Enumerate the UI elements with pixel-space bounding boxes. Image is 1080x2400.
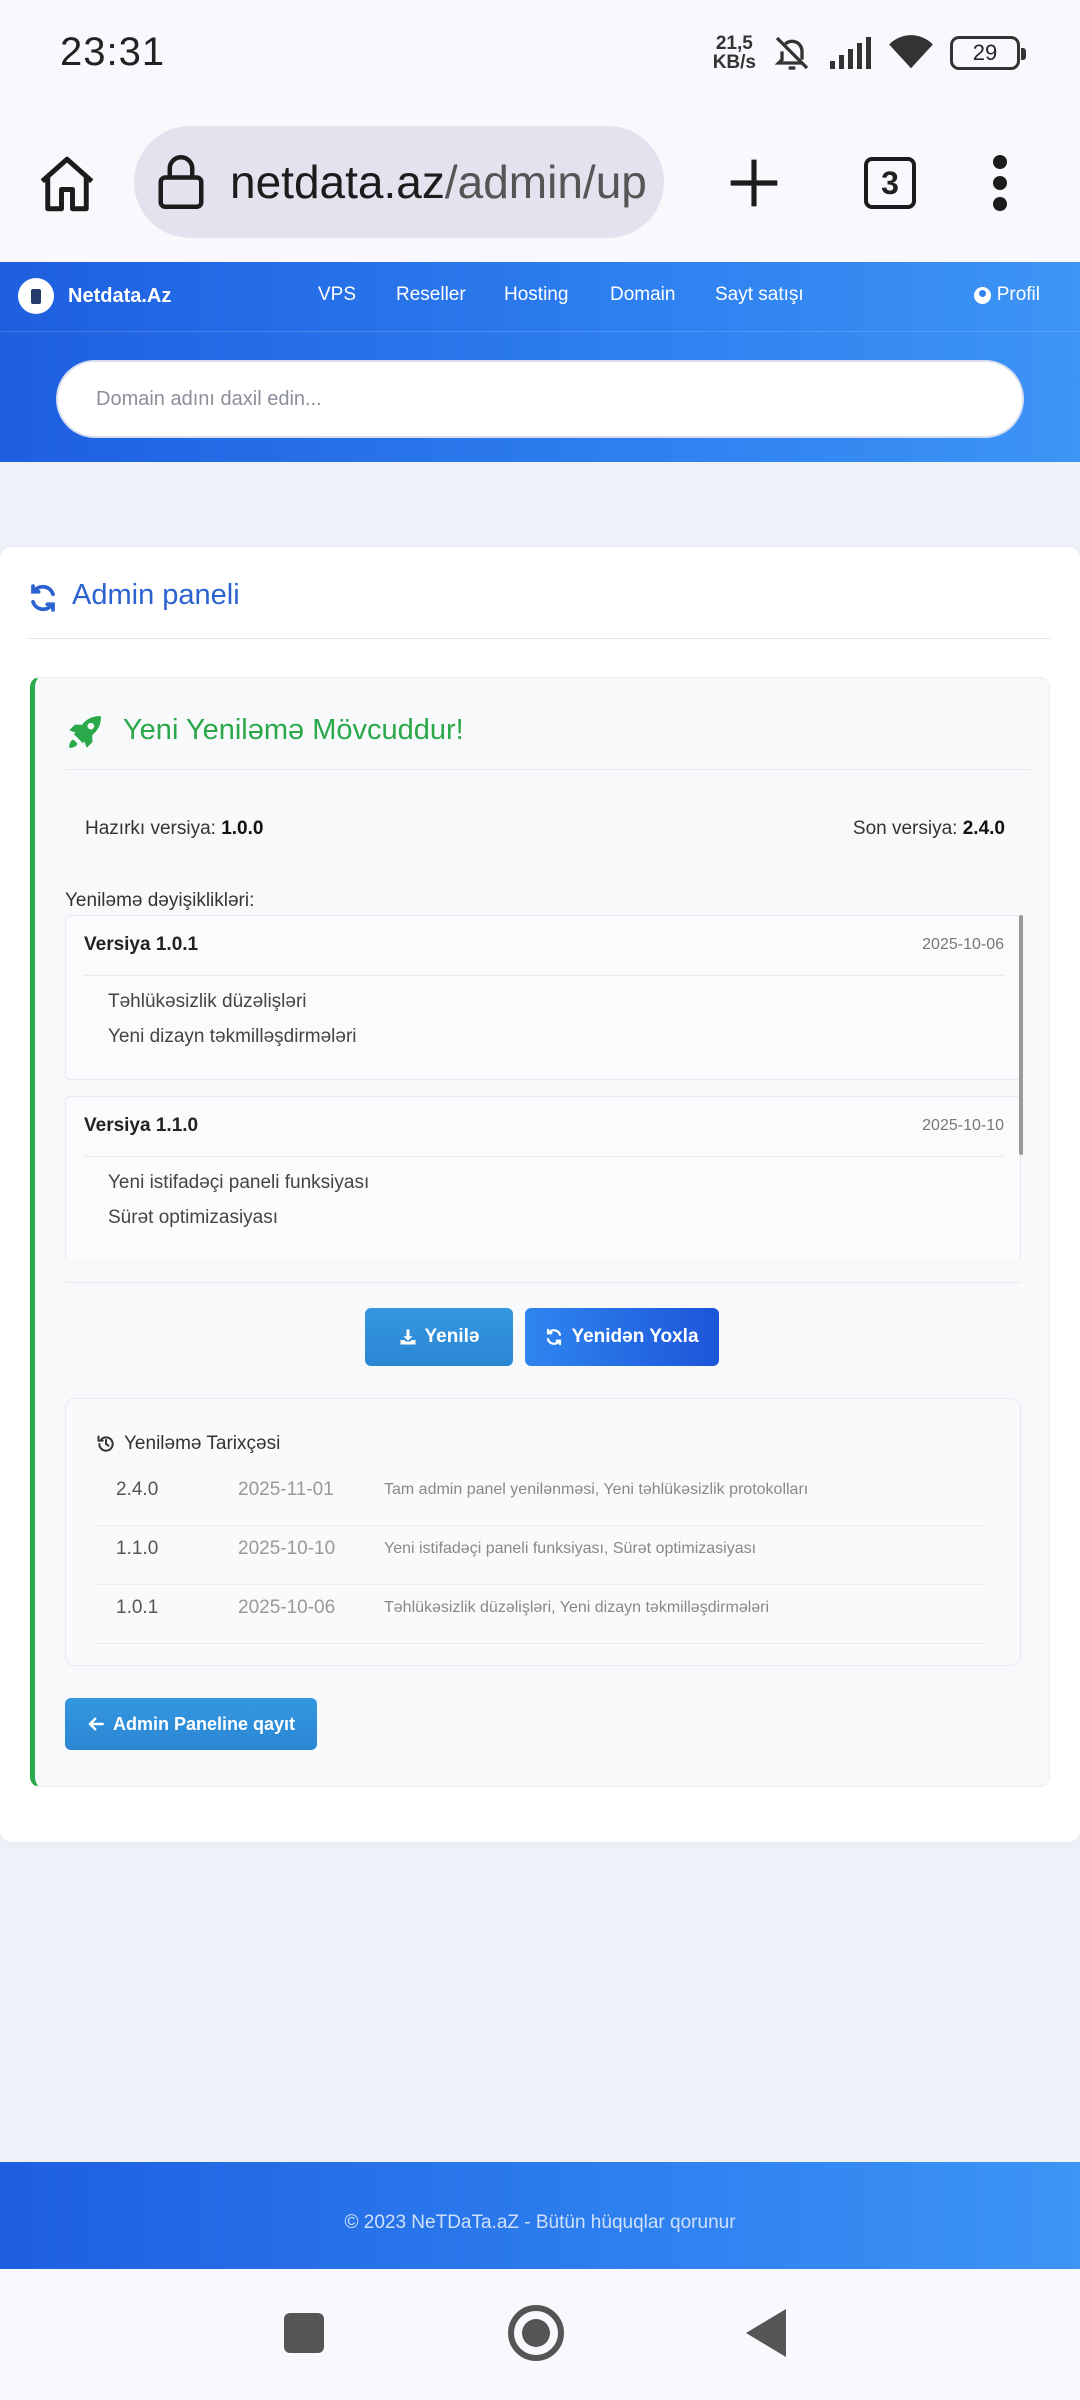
card-title: Admin paneli — [72, 579, 240, 611]
url-text: netdata.az/admin/up — [230, 155, 647, 209]
new-tab-plus-icon[interactable] — [726, 155, 782, 211]
history-icon — [97, 1435, 114, 1452]
history-notes: Təhlükəsizlik düzəlişləri, Yeni dizayn t… — [384, 1599, 770, 1616]
system-navigation-bar — [0, 2269, 1080, 2400]
more-vert-icon[interactable] — [990, 155, 1010, 211]
update-available-panel: Yeni Yeniləmə Mövcuddur! Hazırkı versiya… — [30, 677, 1050, 1787]
change-line: Təhlükəsizlik düzəlişləri — [108, 991, 307, 1012]
status-time: 23:31 — [60, 30, 166, 74]
update-button-label: Yenilə — [424, 1326, 480, 1347]
nav-link-reseller[interactable]: Reseller — [396, 284, 466, 306]
nav-link-hosting[interactable]: Hosting — [504, 284, 568, 306]
footer-copyright: © 2023 NeTDaTa.aZ - Bütün hüquqlar qorun… — [344, 2211, 736, 2233]
change-item: Versiya 1.0.1 2025-10-06 Təhlükəsizlik d… — [65, 915, 1021, 1080]
history-version: 2.4.0 — [116, 1479, 159, 1500]
update-button[interactable]: Yenilə — [365, 1308, 513, 1366]
rocket-icon — [69, 716, 101, 748]
history-date: 2025-10-06 — [238, 1597, 336, 1618]
history-title-text: Yeniləmə Tarixçəsi — [124, 1433, 281, 1454]
domain-search-input[interactable] — [56, 360, 1024, 438]
history-row: 2.4.0 2025-11-01 Tam admin panel yenilən… — [96, 1467, 986, 1526]
signal-icon — [830, 36, 871, 69]
history-title: Yeniləmə Tarixçəsi — [96, 1433, 280, 1455]
history-row: 1.1.0 2025-10-10 Yeni istifadəçi paneli … — [96, 1526, 986, 1585]
tab-switcher-button[interactable]: 3 — [864, 157, 916, 209]
changes-label: Yeniləmə dəyişiklikləri: — [65, 890, 255, 911]
back-to-admin-button[interactable]: Admin Paneline qayıt — [65, 1698, 317, 1750]
site-navbar: Netdata.Az VPS Reseller Hosting Domain S… — [0, 262, 1080, 332]
sync-icon — [547, 1328, 562, 1346]
net-speed: 21,5 KB/s — [713, 34, 756, 72]
server-logo-icon — [18, 278, 54, 314]
current-version-value: 1.0.0 — [221, 818, 264, 839]
change-item-head: Versiya 1.0.1 2025-10-06 — [84, 934, 1004, 976]
change-item-head: Versiya 1.1.0 2025-10-10 — [84, 1115, 1004, 1157]
latest-version-value: 2.4.0 — [962, 818, 1005, 839]
back-triangle-icon[interactable] — [746, 2309, 786, 2357]
update-history: Yeniləmə Tarixçəsi 2.4.0 2025-11-01 Tam … — [65, 1398, 1021, 1666]
change-item: Versiya 1.1.0 2025-10-10 Yeni istifadəçi… — [65, 1096, 1021, 1260]
net-speed-value: 21,5 — [715, 32, 753, 54]
back-button-label: Admin Paneline qayıt — [112, 1713, 296, 1734]
arrow-left-icon — [88, 1717, 104, 1731]
changes-scrollbar[interactable] — [1019, 915, 1023, 1155]
battery-icon: 29 — [950, 35, 1026, 70]
current-version: Hazırkı versiya: 1.0.0 — [85, 818, 263, 839]
change-item-date: 2025-10-10 — [922, 1117, 1004, 1134]
update-header: Yeni Yeniləmə Mövcuddur! — [65, 708, 1031, 770]
change-item-date: 2025-10-06 — [922, 936, 1004, 953]
status-bar: 23:31 21,5 KB/s 29 — [0, 0, 1080, 105]
change-item-title: Versiya 1.1.0 — [84, 1115, 199, 1136]
net-speed-unit: KB/s — [712, 51, 756, 73]
update-title: Yeni Yeniləmə Mövcuddur! — [123, 714, 464, 746]
change-line: Sürət optimizasiyası — [108, 1207, 279, 1228]
status-icons: 21,5 KB/s 29 — [713, 33, 1026, 73]
history-notes: Yeni istifadəçi paneli funksiyası, Sürət… — [384, 1540, 757, 1557]
recheck-button[interactable]: Yenidən Yoxla — [525, 1308, 719, 1366]
change-line: Yeni dizayn təkmilləşdirmələri — [108, 1026, 357, 1047]
history-version: 1.0.1 — [116, 1597, 159, 1618]
history-version: 1.1.0 — [116, 1538, 159, 1559]
version-info: Hazırkı versiya: 1.0.0 Son versiya: 2.4.… — [85, 818, 1005, 840]
change-item-title: Versiya 1.0.1 — [84, 934, 199, 955]
bell-off-icon — [774, 36, 809, 70]
change-line: Yeni istifadəçi paneli funksiyası — [108, 1172, 370, 1193]
url-host: netdata.az — [230, 156, 445, 208]
sync-icon — [31, 584, 55, 612]
browser-toolbar: netdata.az/admin/up 3 — [0, 105, 1080, 262]
recent-apps-icon[interactable] — [284, 2313, 324, 2353]
recheck-button-label: Yenidən Yoxla — [571, 1326, 699, 1347]
battery-level: 29 — [972, 39, 998, 65]
changes-scroll-list[interactable]: Versiya 1.0.1 2025-10-06 Təhlükəsizlik d… — [65, 915, 1021, 1260]
home-icon[interactable] — [34, 151, 100, 217]
profile-label: Profil — [996, 284, 1040, 305]
admin-panel-card: Admin paneli Yeni Yeniləmə Mövcuddur! Ha… — [0, 547, 1080, 1842]
history-date: 2025-10-10 — [238, 1538, 336, 1559]
nav-links: VPS Reseller Hosting Domain Sayt satışı — [318, 284, 878, 310]
brand[interactable]: Netdata.Az — [18, 278, 171, 314]
history-row: 1.0.1 2025-10-06 Təhlükəsizlik düzəlişlə… — [96, 1585, 986, 1644]
current-version-label: Hazırkı versiya: — [85, 818, 216, 839]
history-date: 2025-11-01 — [238, 1479, 334, 1500]
address-bar[interactable]: netdata.az/admin/up — [134, 126, 664, 238]
lock-icon — [158, 155, 204, 209]
url-path: /admin/up — [444, 156, 647, 208]
latest-version-label: Son versiya: — [852, 818, 958, 839]
nav-link-vps[interactable]: VPS — [318, 284, 356, 306]
profile-link[interactable]: Profil — [973, 284, 1040, 306]
search-hero — [0, 332, 1080, 462]
brand-name: Netdata.Az — [68, 284, 172, 307]
user-circle-icon — [973, 286, 991, 304]
latest-version: Son versiya: 2.4.0 — [853, 818, 1005, 840]
nav-link-domain[interactable]: Domain — [610, 284, 675, 306]
home-circle-icon[interactable] — [508, 2305, 564, 2361]
site-footer: © 2023 NeTDaTa.aZ - Bütün hüquqlar qorun… — [0, 2162, 1080, 2269]
divider — [65, 1282, 1021, 1283]
card-header: Admin paneli — [28, 577, 1050, 639]
nav-link-sayt-satisi[interactable]: Sayt satışı — [715, 284, 804, 306]
wifi-icon — [889, 34, 933, 68]
download-icon — [400, 1329, 416, 1345]
history-notes: Tam admin panel yenilənməsi, Yeni təhlük… — [384, 1481, 809, 1498]
